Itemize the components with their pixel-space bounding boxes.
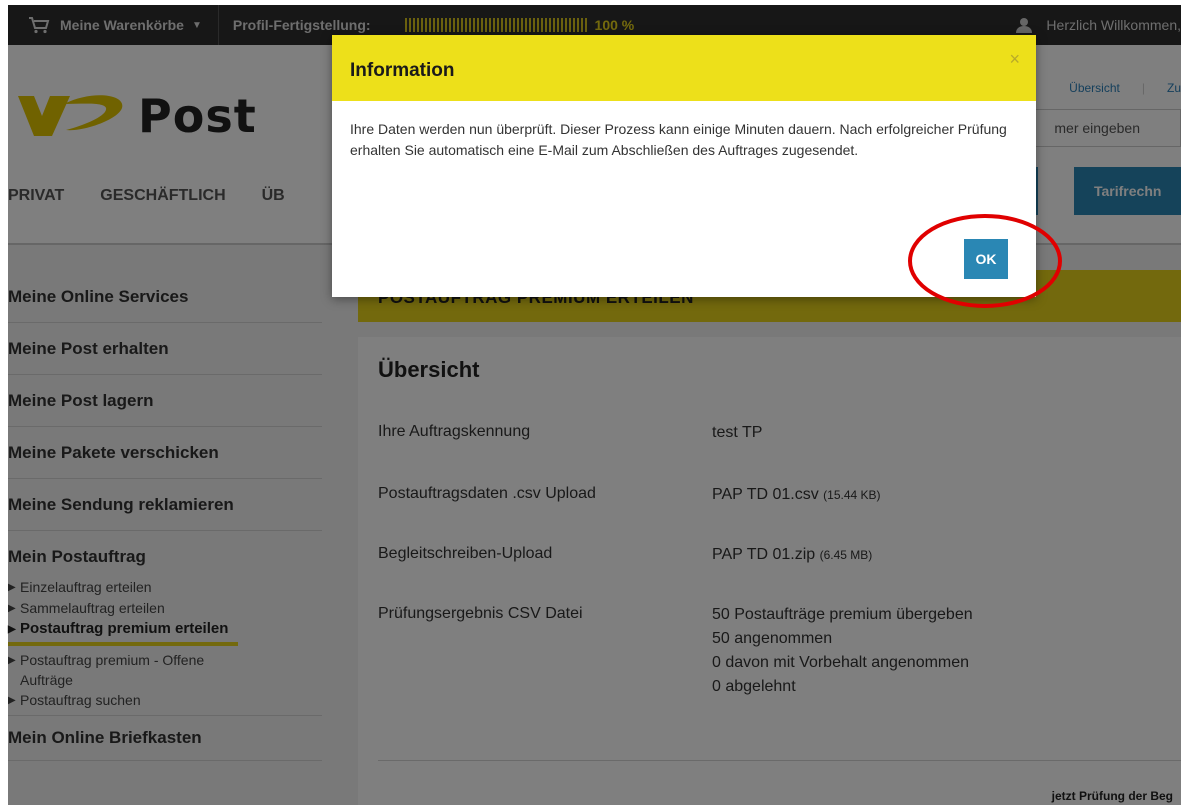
dialog-message: Ihre Daten werden nun überprüft. Dieser …: [350, 121, 1007, 158]
information-dialog: Information × Ihre Daten werden nun über…: [332, 35, 1036, 297]
ok-button[interactable]: OK: [964, 239, 1008, 279]
dialog-header: Information ×: [332, 35, 1036, 101]
dialog-title: Information: [350, 60, 455, 81]
close-icon[interactable]: ×: [1009, 49, 1020, 70]
